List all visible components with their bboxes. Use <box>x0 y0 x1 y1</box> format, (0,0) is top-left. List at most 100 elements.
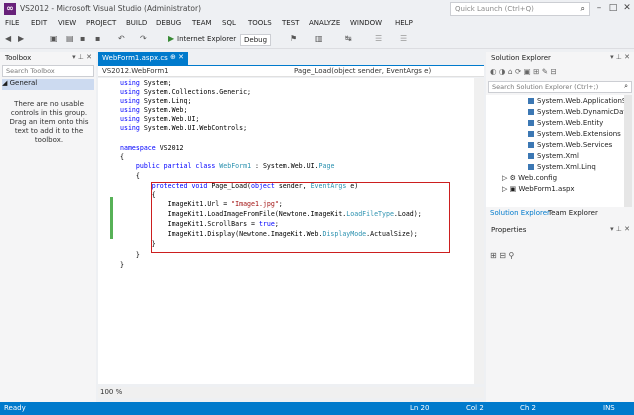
menu-debug[interactable]: DEBUG <box>156 19 181 27</box>
solution-search-placeholder: Search Solution Explorer (Ctrl+;) <box>492 83 599 91</box>
maximize-button[interactable]: □ <box>606 2 620 15</box>
solution-scrollbar[interactable] <box>624 95 632 207</box>
menu-project[interactable]: PROJECT <box>86 19 116 27</box>
tree-item[interactable]: System.Web.Entity <box>528 119 603 127</box>
close-button[interactable]: ✕ <box>620 2 634 15</box>
solution-explorer-header: Solution Explorer ▾ ⊥ ✕ <box>486 52 634 64</box>
tree-item[interactable]: System.Web.DynamicData <box>528 108 630 116</box>
vertical-scrollbar[interactable] <box>474 78 484 384</box>
code-line: using System.Collections.Generic; <box>120 88 252 96</box>
status-ins: INS <box>603 404 615 412</box>
tree-item-webform1-aspx[interactable]: ▷ ▣ WebForm1.aspx <box>502 185 575 193</box>
member-dropdown[interactable]: Page_Load(object sender, EventArgs e) <box>294 67 431 75</box>
code-line: using System.Web.UI.WebControls; <box>120 124 248 132</box>
config-select[interactable]: Debug <box>240 34 272 46</box>
search-icon: ⌕ <box>624 82 628 90</box>
solution-search-input[interactable]: Search Solution Explorer (Ctrl+;) ⌕ <box>488 81 632 93</box>
forward-icon[interactable]: ▶ <box>18 34 24 43</box>
properties-header: Properties ▾ ⊥ ✕ <box>486 224 634 236</box>
toolbar-icon-b[interactable]: ▥ <box>315 34 323 43</box>
save-all-icon[interactable]: ▪ <box>95 34 100 43</box>
config-file-icon: ⚙ <box>509 174 519 182</box>
status-col: Col 2 <box>466 404 484 412</box>
pin-icon[interactable]: ▾ ⊥ ✕ <box>610 225 630 233</box>
code-line: public partial class WebForm1 : System.W… <box>135 162 335 170</box>
menu-build[interactable]: BUILD <box>126 19 147 27</box>
minimize-button[interactable]: – <box>592 2 606 15</box>
reference-icon <box>528 142 534 148</box>
toolbar-icon-c[interactable]: ↹ <box>345 34 352 43</box>
redo-icon[interactable]: ↷ <box>140 34 147 43</box>
menu-view[interactable]: VIEW <box>58 19 76 27</box>
highlight-box <box>151 182 450 253</box>
toolbox-title: Toolbox <box>5 54 32 62</box>
window-title: VS2012 - Microsoft Visual Studio (Admini… <box>20 4 201 13</box>
browser-select[interactable]: Internet Explorer <box>177 35 236 43</box>
tab-webform1-cs[interactable]: WebForm1.aspx.cs ⊕ ✕ <box>98 52 188 65</box>
menu-edit[interactable]: EDIT <box>31 19 47 27</box>
class-dropdown[interactable]: VS2012.WebForm1 <box>102 67 169 75</box>
tree-item[interactable]: System.Xml.Linq <box>528 163 596 171</box>
reference-icon <box>528 131 534 137</box>
toolbar-icon-e[interactable]: ☰ <box>400 34 407 43</box>
toolbox-search-placeholder: Search Toolbox <box>6 67 55 75</box>
tree-item[interactable]: System.Web.Services <box>528 141 612 149</box>
toolbar-icon-d[interactable]: ☰ <box>375 34 382 43</box>
tab-solution-explorer[interactable]: Solution Explorer <box>490 209 550 217</box>
close-icon[interactable]: ⊕ ✕ <box>170 53 184 61</box>
title-bar: ∞ VS2012 - Microsoft Visual Studio (Admi… <box>0 0 634 18</box>
new-project-icon[interactable]: ▣ <box>50 34 58 43</box>
solution-explorer-tabs: Solution Explorer Team Explorer <box>486 208 634 220</box>
categorized-icon[interactable]: ⊞ ⊟ ⚲ <box>490 251 514 260</box>
save-icon[interactable]: ▪ <box>80 34 85 43</box>
expand-icon[interactable]: ▷ <box>502 185 510 193</box>
undo-icon[interactable]: ↶ <box>118 34 125 43</box>
home-icon[interactable]: ◐ ◑ ⌂ ⟳ ▣ ⊞ ✎ ⊟ <box>490 67 557 76</box>
toolbar: ◀ ▶ ▣ ▤ ▪ ▪ ↶ ↷ ▶ Internet Explorer Debu… <box>0 31 634 49</box>
code-line: using System; <box>120 79 172 87</box>
code-line: { <box>120 172 140 180</box>
status-bar: Ready Ln 20 Col 2 Ch 2 INS <box>0 402 634 415</box>
code-line: namespace VS2012 <box>120 144 184 152</box>
solution-explorer-title: Solution Explorer <box>491 54 551 62</box>
change-indicator <box>110 197 113 239</box>
menu-help[interactable]: HELP <box>395 19 413 27</box>
quick-launch-placeholder: Quick Launch (Ctrl+Q) <box>455 5 534 13</box>
zoom-level[interactable]: 100 % <box>100 388 122 396</box>
toolbox-search-input[interactable]: Search Toolbox <box>2 65 94 77</box>
toolbox-header: Toolbox ▾ ⊥ ✕ <box>0 52 96 64</box>
reference-icon <box>528 98 534 104</box>
toolbox-empty-message: There are no usable controls in this gro… <box>9 100 89 144</box>
tree-item[interactable]: System.Xml <box>528 152 579 160</box>
menu-window[interactable]: WINDOW <box>350 19 382 27</box>
pin-icon[interactable]: ▾ ⊥ ✕ <box>610 53 630 61</box>
tree-item-web-config[interactable]: ▷ ⚙ Web.config <box>502 174 557 182</box>
search-icon: ⌕ <box>580 4 585 13</box>
menu-analyze[interactable]: ANALYZE <box>309 19 340 27</box>
tree-item[interactable]: System.Web.Extensions <box>528 130 621 138</box>
menu-team[interactable]: TEAM <box>192 19 212 27</box>
horizontal-scrollbar[interactable] <box>98 387 484 398</box>
back-icon[interactable]: ◀ <box>5 34 11 43</box>
solution-explorer-toolbar: ◐ ◑ ⌂ ⟳ ▣ ⊞ ✎ ⊟ <box>486 65 634 79</box>
tree-item[interactable]: System.Web.ApplicationSe <box>528 97 631 105</box>
tab-label: WebForm1.aspx.cs <box>102 54 168 62</box>
quick-launch-input[interactable]: Quick Launch (Ctrl+Q) ⌕ <box>450 2 590 16</box>
toolbar-icon-a[interactable]: ⚑ <box>290 34 297 43</box>
menu-tools[interactable]: TOOLS <box>248 19 272 27</box>
reference-icon <box>528 120 534 126</box>
menu-file[interactable]: FILE <box>5 19 19 27</box>
code-line: } <box>120 251 140 259</box>
tab-team-explorer[interactable]: Team Explorer <box>548 209 598 217</box>
status-ready: Ready <box>4 404 26 412</box>
expand-icon[interactable]: ▷ <box>502 174 510 182</box>
start-debug-icon[interactable]: ▶ <box>168 34 174 43</box>
pin-icon[interactable]: ▾ ⊥ ✕ <box>72 53 92 61</box>
navigation-bar: VS2012.WebForm1 Page_Load(object sender,… <box>98 65 484 77</box>
reference-icon <box>528 164 534 170</box>
vs-logo-icon: ∞ <box>4 3 16 15</box>
toolbox-group-general[interactable]: ◢ General <box>2 79 94 90</box>
open-file-icon[interactable]: ▤ <box>66 34 74 43</box>
menu-test[interactable]: TEST <box>282 19 299 27</box>
menu-sql[interactable]: SQL <box>222 19 236 27</box>
